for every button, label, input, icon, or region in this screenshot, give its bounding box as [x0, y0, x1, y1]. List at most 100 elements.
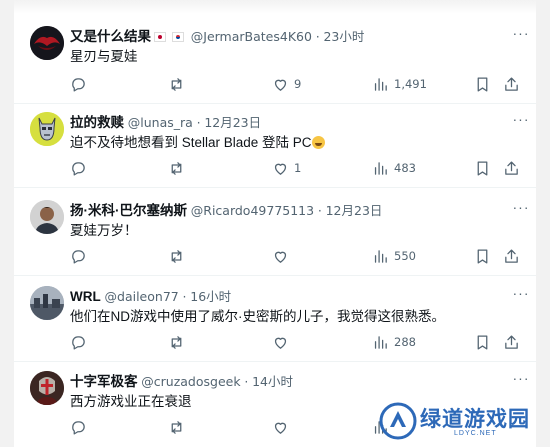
bookmark-button[interactable] [474, 332, 491, 352]
reply-icon [72, 161, 85, 176]
tweet-header: 拉的救赎 @lunas_ra · 12月23日 [70, 114, 516, 132]
share-button[interactable] [503, 158, 520, 178]
user-handle[interactable]: @JermarBates4K60 [191, 29, 312, 44]
like-button[interactable] [272, 417, 289, 437]
views-chart-icon [374, 335, 387, 349]
reply-button[interactable] [70, 417, 87, 437]
share-icon [505, 160, 518, 175]
reply-button[interactable] [70, 246, 92, 266]
more-options-icon[interactable]: ··· [512, 286, 530, 304]
heart-icon [274, 79, 287, 91]
retweet-icon [171, 249, 182, 263]
share-button[interactable] [503, 246, 520, 266]
tweet-divider [14, 275, 536, 276]
display-name[interactable]: WRL [70, 289, 101, 304]
page-gutter-right [536, 0, 550, 447]
retweet-button[interactable] [168, 158, 190, 178]
retweet-button[interactable] [168, 417, 185, 437]
like-button[interactable] [272, 246, 294, 266]
bookmark-icon [477, 248, 488, 264]
like-button[interactable] [272, 332, 294, 352]
views-button[interactable]: 288 [372, 332, 416, 352]
views-chart-icon [374, 77, 387, 91]
top-fade [14, 0, 536, 14]
timestamp[interactable]: 23小时 [323, 29, 364, 44]
watermark-title: 绿道游戏园 [420, 408, 530, 431]
tweet-header: 又是什么结果 @JermarBates4K60 · 23小时 [70, 28, 516, 46]
retweet-button[interactable] [168, 246, 190, 266]
watermark-logo-icon [379, 402, 417, 440]
view-count: 1,491 [394, 77, 427, 91]
tweet-divider [14, 361, 536, 362]
separator-dot: · [196, 115, 201, 130]
timestamp[interactable]: 14小时 [252, 374, 293, 389]
views-button[interactable]: 1,491 [372, 74, 427, 94]
tweet-text: 夏娃万岁！ [70, 223, 138, 238]
avatar[interactable] [30, 371, 64, 405]
more-options-icon[interactable]: ··· [512, 200, 530, 218]
share-button[interactable] [503, 74, 520, 94]
reply-icon [72, 249, 85, 264]
reply-button[interactable] [70, 158, 92, 178]
tweet[interactable]: 拉的救赎 @lunas_ra · 12月23日 ··· 迫不及待地想看到 Ste… [14, 112, 536, 192]
more-options-icon[interactable]: ··· [512, 26, 530, 44]
avatar[interactable] [30, 200, 64, 234]
display-name[interactable]: 拉的救赎 [70, 115, 124, 130]
action-bar: 9 1,491 [70, 74, 520, 94]
timestamp[interactable]: 16小时 [190, 289, 231, 304]
site-watermark: 绿道游戏园 LDYC.NET [374, 397, 550, 447]
user-handle[interactable]: @Ricardo49775113 [191, 203, 314, 218]
more-options-icon[interactable]: ··· [512, 371, 530, 389]
reply-timeline: 又是什么结果 @JermarBates4K60 · 23小时 ··· 星刃与夏娃… [14, 0, 536, 447]
like-button[interactable]: 9 [272, 74, 301, 94]
action-bar: 1 483 [70, 158, 520, 178]
tweet-header: 十字军极客 @cruzadosgeek · 14小时 [70, 373, 516, 391]
view-count: 288 [394, 335, 416, 349]
tweet-divider [14, 103, 536, 104]
tweet[interactable]: 又是什么结果 @JermarBates4K60 · 23小时 ··· 星刃与夏娃… [14, 26, 536, 106]
tweet[interactable]: 扬·米科·巴尔塞纳斯 @Ricardo49775113 · 12月23日 ···… [14, 200, 536, 280]
bookmark-icon [477, 160, 488, 176]
views-button[interactable]: 550 [372, 246, 416, 266]
reply-icon [72, 420, 85, 435]
retweet-button[interactable] [168, 74, 190, 94]
tweet-text: 星刃与夏娃 [70, 49, 138, 64]
display-name[interactable]: 十字军极客 [70, 374, 138, 389]
bookmark-button[interactable] [474, 74, 491, 94]
avatar[interactable] [30, 26, 64, 60]
bookmark-button[interactable] [474, 246, 491, 266]
heart-icon [274, 422, 287, 434]
view-count: 550 [394, 249, 416, 263]
heart-icon [274, 337, 287, 349]
korea-flag-icon [172, 32, 184, 42]
share-icon [505, 248, 518, 263]
display-name[interactable]: 又是什么结果 [70, 29, 151, 44]
more-options-icon[interactable]: ··· [512, 112, 530, 130]
reply-button[interactable] [70, 74, 92, 94]
timestamp[interactable]: 12月23日 [204, 115, 261, 130]
grinning-face-emoji-icon [311, 136, 325, 149]
tweet-text-wrap: 迫不及待地想看到 Stellar Blade 登陆 PC [70, 134, 516, 152]
tweet-divider [14, 187, 536, 188]
user-handle[interactable]: @lunas_ra [128, 115, 193, 130]
avatar[interactable] [30, 112, 64, 146]
tweet-header: 扬·米科·巴尔塞纳斯 @Ricardo49775113 · 12月23日 [70, 202, 516, 220]
display-name[interactable]: 扬·米科·巴尔塞纳斯 [70, 203, 187, 218]
heart-icon [274, 163, 287, 175]
bookmark-button[interactable] [474, 158, 491, 178]
share-button[interactable] [503, 332, 520, 352]
avatar[interactable] [30, 286, 64, 320]
japan-flag-icon [154, 32, 166, 42]
retweet-button[interactable] [168, 332, 190, 352]
user-handle[interactable]: @cruzadosgeek [141, 374, 240, 389]
action-bar: 288 [70, 332, 520, 352]
view-count: 483 [394, 161, 416, 175]
user-handle[interactable]: @daileon77 [105, 289, 179, 304]
page-gutter-left [0, 0, 14, 447]
views-button[interactable]: 483 [372, 158, 416, 178]
reply-button[interactable] [70, 332, 92, 352]
like-button[interactable]: 1 [272, 158, 301, 178]
timestamp[interactable]: 12月23日 [326, 203, 383, 218]
tweet[interactable]: WRL @daileon77 · 16小时 ··· 他们在ND游戏中使用了威尔·… [14, 286, 536, 366]
share-icon [505, 334, 518, 349]
